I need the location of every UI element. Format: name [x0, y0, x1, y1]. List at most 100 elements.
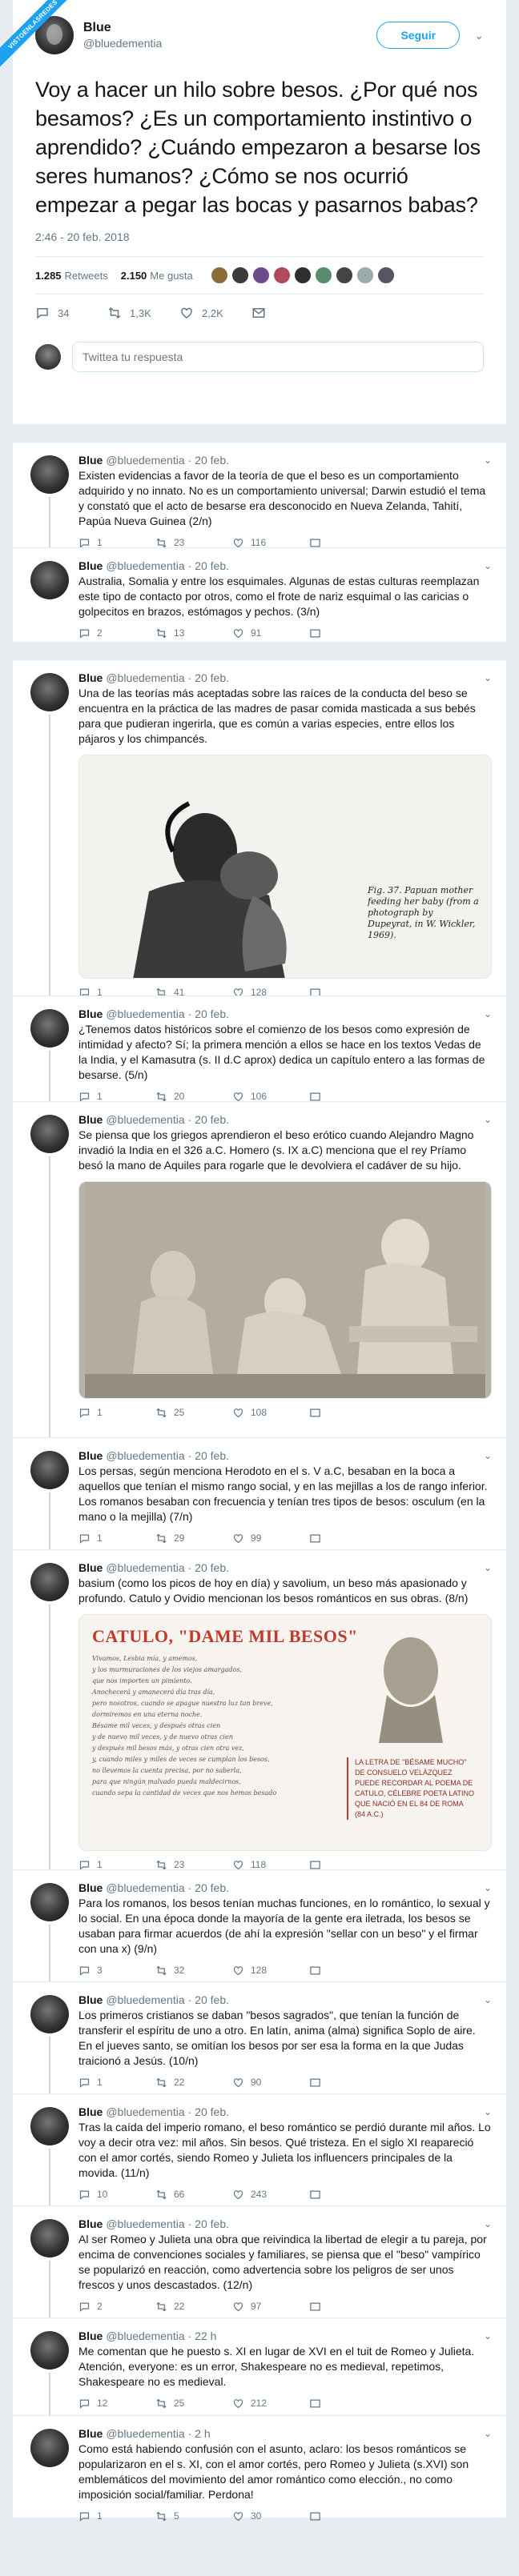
thread-reply[interactable]: Blue @bluedementia · 20 feb. ⌄ Una de las t…	[13, 659, 506, 998]
like-button[interactable]: 2,2K	[179, 306, 251, 320]
like-button[interactable]: 90	[232, 2077, 309, 2089]
like-button[interactable]: 30	[232, 2510, 309, 2522]
mother-feeding-illustration	[133, 801, 287, 978]
chevron-down-icon[interactable]: ⌄	[484, 1882, 492, 1893]
chevron-down-icon[interactable]: ⌄	[484, 1562, 492, 1573]
thread-reply[interactable]: Blue @bluedementia · 20 feb. ⌄ Los primeros…	[13, 1981, 506, 2093]
avatar[interactable]	[30, 1995, 69, 2033]
retweet-button[interactable]: 29	[155, 1532, 232, 1544]
attached-image[interactable]	[78, 1181, 492, 1399]
reply-button[interactable]: 3	[78, 1965, 155, 1977]
reply-icon	[79, 2399, 90, 2409]
thread-connector	[49, 497, 50, 547]
like-button[interactable]: 99	[232, 1532, 309, 1544]
thread-reply[interactable]: Blue @bluedementia · 2 h ⌄ Como está habien…	[13, 2415, 506, 2522]
message-button[interactable]	[309, 2510, 386, 2522]
user-avatar	[35, 344, 61, 370]
author-handle[interactable]: @bluedementia	[83, 37, 376, 50]
retweet-button[interactable]: 22	[155, 2077, 232, 2089]
message-button[interactable]	[251, 306, 324, 320]
mail-icon	[310, 2078, 320, 2086]
message-button[interactable]	[309, 2301, 386, 2313]
chevron-down-icon[interactable]: ⌄	[474, 29, 484, 42]
reply-button[interactable]: 10	[78, 2189, 155, 2201]
chevron-down-icon[interactable]: ⌄	[484, 2330, 492, 2342]
chevron-down-icon[interactable]: ⌄	[484, 560, 492, 571]
message-button[interactable]	[309, 1965, 386, 1977]
retweet-button[interactable]: 25	[155, 1407, 232, 1419]
thread-reply[interactable]: Blue @bluedementia · 20 feb. ⌄ Para los rom…	[13, 1869, 506, 1981]
avatar[interactable]	[30, 1115, 69, 1153]
chevron-down-icon[interactable]: ⌄	[484, 1450, 492, 1461]
reply-button[interactable]: 12	[78, 2398, 155, 2410]
attached-image[interactable]: Fig. 37. Papuan mother feeding her baby …	[78, 755, 492, 979]
chevron-down-icon[interactable]: ⌄	[484, 672, 492, 683]
chevron-down-icon[interactable]: ⌄	[484, 1994, 492, 2005]
retweet-button[interactable]: 13	[155, 627, 232, 639]
message-button[interactable]	[309, 627, 386, 639]
retweet-button[interactable]: 5	[155, 2510, 232, 2522]
message-button[interactable]	[309, 1407, 386, 1419]
avatar[interactable]	[30, 455, 69, 494]
retweet-button[interactable]: 25	[155, 2398, 232, 2410]
avatar[interactable]	[30, 2429, 69, 2467]
thread-reply[interactable]: Blue @bluedementia · 20 feb. ⌄ Existen evid…	[13, 442, 506, 548]
thread-reply[interactable]: Blue @bluedementia · 20 feb. ⌄ Australia, S…	[13, 547, 506, 642]
avatar[interactable]	[30, 673, 69, 711]
thread-reply[interactable]: Blue @bluedementia · 20 feb. ⌄ Los persas, …	[13, 1437, 506, 1549]
avatar[interactable]	[30, 561, 69, 599]
like-button[interactable]: 97	[232, 2301, 309, 2313]
reply-button[interactable]: 1	[78, 2510, 155, 2522]
message-button[interactable]	[309, 2189, 386, 2201]
like-button[interactable]: 91	[232, 627, 309, 639]
message-button[interactable]	[309, 2077, 386, 2089]
retweet-icon	[156, 1965, 167, 1975]
reply-icon	[79, 1408, 90, 1418]
retweet-button[interactable]: 22	[155, 2301, 232, 2313]
reply-button[interactable]: 1	[78, 1407, 155, 1419]
chevron-down-icon[interactable]: ⌄	[484, 455, 492, 466]
thread-reply[interactable]: Blue @bluedementia · 20 feb. ⌄ ¿Tenemos dat…	[13, 996, 506, 1102]
tweet-text: Voy a hacer un hilo sobre besos. ¿Por qu…	[35, 78, 481, 217]
avatar[interactable]	[30, 2331, 69, 2370]
message-button[interactable]	[309, 2398, 386, 2410]
tweet-timestamp[interactable]: 2:46 - 20 feb. 2018	[35, 230, 484, 243]
attached-image[interactable]: CATULO, "DAME MIL BESOS" Vivamos, Lesbia…	[78, 1614, 492, 1851]
retweets-stat[interactable]: 1.285 Retweets	[35, 270, 108, 282]
retweet-button[interactable]: 66	[155, 2189, 232, 2201]
chevron-down-icon[interactable]: ⌄	[484, 1114, 492, 1125]
author-name[interactable]: Blue	[83, 21, 376, 35]
retweet-button[interactable]: 1,3K	[107, 306, 179, 320]
reply-input[interactable]	[72, 342, 484, 372]
avatar[interactable]	[30, 1563, 69, 1601]
thread-reply[interactable]: Blue @bluedementia · 22 h ⌄ Me comentan que…	[13, 2318, 506, 2415]
avatar[interactable]	[30, 1009, 69, 1048]
thread-reply[interactable]: Blue @bluedementia · 20 feb. ⌄ basium (como…	[13, 1549, 506, 1870]
like-button[interactable]: 212	[232, 2398, 309, 2410]
follow-button[interactable]: Seguir	[376, 22, 461, 49]
reply-button[interactable]: 2	[78, 2301, 155, 2313]
thread-reply[interactable]: Blue @bluedementia · 20 feb. ⌄ Tras la caíd…	[13, 2093, 506, 2205]
reply-text: Una de las teorías más aceptadas sobre l…	[78, 687, 476, 745]
avatar[interactable]	[30, 1883, 69, 1921]
like-button[interactable]: 128	[232, 1965, 309, 1977]
liker-avatars[interactable]	[210, 266, 398, 284]
reply-button[interactable]: 2	[78, 627, 155, 639]
chevron-down-icon[interactable]: ⌄	[484, 1008, 492, 1020]
message-button[interactable]	[309, 1532, 386, 1544]
avatar[interactable]	[30, 1451, 69, 1489]
thread-reply[interactable]: Blue @bluedementia · 20 feb. ⌄ Se piensa qu…	[13, 1101, 506, 1437]
chevron-down-icon[interactable]: ⌄	[484, 2106, 492, 2117]
likes-stat[interactable]: 2.150 Me gusta	[121, 270, 193, 282]
chevron-down-icon[interactable]: ⌄	[484, 2428, 492, 2439]
reply-button[interactable]: 1	[78, 2077, 155, 2089]
like-button[interactable]: 243	[232, 2189, 309, 2201]
retweet-button[interactable]: 32	[155, 1965, 232, 1977]
like-button[interactable]: 108	[232, 1407, 309, 1419]
chevron-down-icon[interactable]: ⌄	[484, 2218, 492, 2229]
reply-button[interactable]: 1	[78, 1532, 155, 1544]
thread-reply[interactable]: Blue @bluedementia · 20 feb. ⌄ Al ser Romeo…	[13, 2205, 506, 2318]
avatar[interactable]	[30, 2219, 69, 2258]
avatar[interactable]	[30, 2107, 69, 2145]
reply-button[interactable]: 34	[35, 306, 107, 320]
